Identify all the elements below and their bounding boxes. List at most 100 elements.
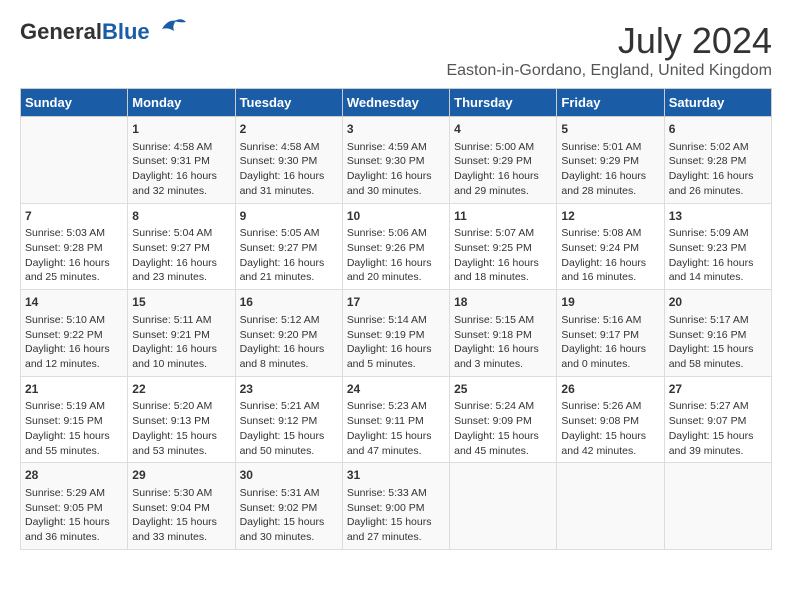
- day-number: 6: [669, 121, 767, 138]
- cell-content: Sunrise: 5:21 AMSunset: 9:12 PMDaylight:…: [240, 399, 338, 458]
- calendar-cell: [557, 463, 664, 550]
- calendar-cell: 22Sunrise: 5:20 AMSunset: 9:13 PMDayligh…: [128, 376, 235, 463]
- week-row-3: 14 Sunrise: 5:10 AMSunset: 9:22 PMDayligh…: [21, 290, 772, 377]
- day-number: 24: [347, 381, 445, 398]
- cell-content: Sunrise: 5:31 AMSunset: 9:02 PMDaylight:…: [240, 486, 338, 545]
- calendar-cell: [450, 463, 557, 550]
- day-number: 13: [669, 208, 767, 225]
- calendar-cell: 9Sunrise: 5:05 AMSunset: 9:27 PMDaylight…: [235, 203, 342, 290]
- day-number: 18: [454, 294, 552, 311]
- logo-bird-icon: [154, 17, 186, 39]
- day-number: 12: [561, 208, 659, 225]
- cell-content: Sunrise: 5:26 AMSunset: 9:08 PMDaylight:…: [561, 399, 659, 458]
- calendar-cell: [664, 463, 771, 550]
- col-header-thursday: Thursday: [450, 89, 557, 117]
- week-row-1: 1Sunrise: 4:58 AMSunset: 9:31 PMDaylight…: [21, 117, 772, 204]
- calendar-cell: 3Sunrise: 4:59 AMSunset: 9:30 PMDaylight…: [342, 117, 449, 204]
- page-header: GeneralBlue July 2024 Easton-in-Gordano,…: [20, 20, 772, 80]
- cell-content: Sunrise: 5:14 AMSunset: 9:19 PMDaylight:…: [347, 313, 445, 372]
- week-row-5: 28Sunrise: 5:29 AMSunset: 9:05 PMDayligh…: [21, 463, 772, 550]
- cell-content: Sunrise: 5:23 AMSunset: 9:11 PMDaylight:…: [347, 399, 445, 458]
- calendar-cell: 12Sunrise: 5:08 AMSunset: 9:24 PMDayligh…: [557, 203, 664, 290]
- day-number: 1: [132, 121, 230, 138]
- subtitle: Easton-in-Gordano, England, United Kingd…: [446, 62, 772, 80]
- col-header-friday: Friday: [557, 89, 664, 117]
- col-header-wednesday: Wednesday: [342, 89, 449, 117]
- week-row-4: 21Sunrise: 5:19 AMSunset: 9:15 PMDayligh…: [21, 376, 772, 463]
- day-number: 30: [240, 467, 338, 484]
- cell-content: Sunrise: 4:59 AMSunset: 9:30 PMDaylight:…: [347, 140, 445, 199]
- calendar-cell: 26Sunrise: 5:26 AMSunset: 9:08 PMDayligh…: [557, 376, 664, 463]
- day-number: 15: [132, 294, 230, 311]
- day-number: 11: [454, 208, 552, 225]
- cell-content: Sunrise: 5:20 AMSunset: 9:13 PMDaylight:…: [132, 399, 230, 458]
- day-number: 25: [454, 381, 552, 398]
- cell-content: Sunrise: 5:17 AMSunset: 9:16 PMDaylight:…: [669, 313, 767, 372]
- day-number: 9: [240, 208, 338, 225]
- day-number: 7: [25, 208, 123, 225]
- col-header-saturday: Saturday: [664, 89, 771, 117]
- day-number: 22: [132, 381, 230, 398]
- calendar-cell: 29Sunrise: 5:30 AMSunset: 9:04 PMDayligh…: [128, 463, 235, 550]
- day-number: 8: [132, 208, 230, 225]
- logo: GeneralBlue: [20, 20, 186, 44]
- calendar-cell: 14 Sunrise: 5:10 AMSunset: 9:22 PMDayligh…: [21, 290, 128, 377]
- calendar-cell: 1Sunrise: 4:58 AMSunset: 9:31 PMDaylight…: [128, 117, 235, 204]
- col-header-sunday: Sunday: [21, 89, 128, 117]
- day-number: 16: [240, 294, 338, 311]
- day-number: 28: [25, 467, 123, 484]
- calendar-cell: 8Sunrise: 5:04 AMSunset: 9:27 PMDaylight…: [128, 203, 235, 290]
- main-title: July 2024: [446, 20, 772, 62]
- calendar-cell: 2 Sunrise: 4:58 AMSunset: 9:30 PMDaylight…: [235, 117, 342, 204]
- cell-content: Sunrise: 5:03 AMSunset: 9:28 PMDaylight:…: [25, 226, 123, 285]
- day-number: 26: [561, 381, 659, 398]
- cell-content: Sunrise: 5:01 AMSunset: 9:29 PMDaylight:…: [561, 140, 659, 199]
- calendar-cell: 6 Sunrise: 5:02 AMSunset: 9:28 PMDaylight…: [664, 117, 771, 204]
- col-header-monday: Monday: [128, 89, 235, 117]
- day-number: 19: [561, 294, 659, 311]
- calendar-cell: 16 Sunrise: 5:12 AMSunset: 9:20 PMDayligh…: [235, 290, 342, 377]
- calendar-cell: 19 Sunrise: 5:16 AMSunset: 9:17 PMDayligh…: [557, 290, 664, 377]
- cell-content: Sunrise: 5:02 AMSunset: 9:28 PMDaylight:…: [669, 140, 767, 199]
- calendar-cell: 21Sunrise: 5:19 AMSunset: 9:15 PMDayligh…: [21, 376, 128, 463]
- calendar-cell: 31 Sunrise: 5:33 AMSunset: 9:00 PMDayligh…: [342, 463, 449, 550]
- cell-content: Sunrise: 5:12 AMSunset: 9:20 PMDaylight:…: [240, 313, 338, 372]
- day-number: 10: [347, 208, 445, 225]
- logo-blue: Blue: [102, 19, 150, 44]
- calendar-cell: [21, 117, 128, 204]
- calendar-cell: 13Sunrise: 5:09 AMSunset: 9:23 PMDayligh…: [664, 203, 771, 290]
- day-number: 31: [347, 467, 445, 484]
- day-number: 14: [25, 294, 123, 311]
- day-number: 4: [454, 121, 552, 138]
- cell-content: Sunrise: 5:19 AMSunset: 9:15 PMDaylight:…: [25, 399, 123, 458]
- calendar-cell: 4 Sunrise: 5:00 AMSunset: 9:29 PMDaylight…: [450, 117, 557, 204]
- cell-content: Sunrise: 5:09 AMSunset: 9:23 PMDaylight:…: [669, 226, 767, 285]
- calendar-cell: 15Sunrise: 5:11 AMSunset: 9:21 PMDayligh…: [128, 290, 235, 377]
- cell-content: Sunrise: 5:15 AMSunset: 9:18 PMDaylight:…: [454, 313, 552, 372]
- cell-content: Sunrise: 5:00 AMSunset: 9:29 PMDaylight:…: [454, 140, 552, 199]
- calendar-cell: 18 Sunrise: 5:15 AMSunset: 9:18 PMDayligh…: [450, 290, 557, 377]
- cell-content: Sunrise: 5:16 AMSunset: 9:17 PMDaylight:…: [561, 313, 659, 372]
- calendar-cell: 10Sunrise: 5:06 AMSunset: 9:26 PMDayligh…: [342, 203, 449, 290]
- cell-content: Sunrise: 5:06 AMSunset: 9:26 PMDaylight:…: [347, 226, 445, 285]
- calendar-cell: 20Sunrise: 5:17 AMSunset: 9:16 PMDayligh…: [664, 290, 771, 377]
- calendar-cell: 24Sunrise: 5:23 AMSunset: 9:11 PMDayligh…: [342, 376, 449, 463]
- calendar-cell: 7Sunrise: 5:03 AMSunset: 9:28 PMDaylight…: [21, 203, 128, 290]
- cell-content: Sunrise: 5:05 AMSunset: 9:27 PMDaylight:…: [240, 226, 338, 285]
- calendar-cell: 23Sunrise: 5:21 AMSunset: 9:12 PMDayligh…: [235, 376, 342, 463]
- col-header-tuesday: Tuesday: [235, 89, 342, 117]
- cell-content: Sunrise: 5:24 AMSunset: 9:09 PMDaylight:…: [454, 399, 552, 458]
- day-number: 2: [240, 121, 338, 138]
- cell-content: Sunrise: 5:33 AMSunset: 9:00 PMDaylight:…: [347, 486, 445, 545]
- calendar-cell: 25Sunrise: 5:24 AMSunset: 9:09 PMDayligh…: [450, 376, 557, 463]
- calendar-header-row: SundayMondayTuesdayWednesdayThursdayFrid…: [21, 89, 772, 117]
- cell-content: Sunrise: 4:58 AMSunset: 9:30 PMDaylight:…: [240, 140, 338, 199]
- calendar-cell: 11Sunrise: 5:07 AMSunset: 9:25 PMDayligh…: [450, 203, 557, 290]
- cell-content: Sunrise: 5:07 AMSunset: 9:25 PMDaylight:…: [454, 226, 552, 285]
- calendar-cell: 5Sunrise: 5:01 AMSunset: 9:29 PMDaylight…: [557, 117, 664, 204]
- cell-content: Sunrise: 5:27 AMSunset: 9:07 PMDaylight:…: [669, 399, 767, 458]
- title-block: July 2024 Easton-in-Gordano, England, Un…: [446, 20, 772, 80]
- day-number: 27: [669, 381, 767, 398]
- logo-general: General: [20, 19, 102, 44]
- cell-content: Sunrise: 5:10 AMSunset: 9:22 PMDaylight:…: [25, 313, 123, 372]
